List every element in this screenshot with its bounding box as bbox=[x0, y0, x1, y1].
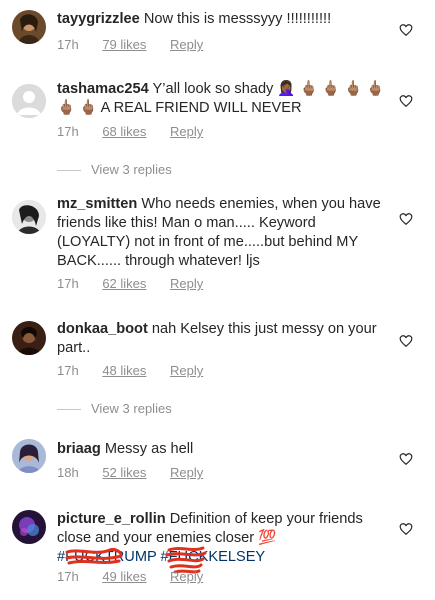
comment-text: Now this is messsyyy !!!!!!!!!!! bbox=[143, 11, 332, 27]
comment-meta: 17h 48 likes Reply bbox=[57, 363, 223, 378]
hashtag-link[interactable]: #FUCKKELSEY bbox=[161, 549, 266, 565]
comment-username[interactable]: picture_e_rollin bbox=[57, 511, 166, 527]
avatar[interactable] bbox=[12, 321, 46, 355]
avatar[interactable] bbox=[12, 510, 46, 544]
comment-likes[interactable]: 68 likes bbox=[102, 124, 146, 139]
comment-meta: 17h 79 likes Reply bbox=[57, 37, 223, 52]
comment-body: tashamac254 Y’all look so shady 🤦🏾‍♀️ 🖕🏽… bbox=[57, 80, 393, 118]
comment-body: mz_smitten Who needs enemies, when you h… bbox=[57, 195, 393, 271]
comment-time: 17h bbox=[57, 37, 79, 52]
comment-meta: 17h 62 likes Reply bbox=[57, 276, 223, 291]
heart-outline-icon[interactable] bbox=[399, 94, 413, 108]
comment-time: 18h bbox=[57, 465, 79, 480]
reply-button[interactable]: Reply bbox=[170, 37, 203, 52]
comment-likes[interactable]: 52 likes bbox=[102, 465, 146, 480]
comment-body: briaag Messy as hell bbox=[57, 440, 393, 459]
heart-outline-icon[interactable] bbox=[399, 452, 413, 466]
comment-username[interactable]: briaag bbox=[57, 441, 101, 457]
comment-likes[interactable]: 48 likes bbox=[102, 363, 146, 378]
reply-button[interactable]: Reply bbox=[170, 124, 203, 139]
avatar[interactable] bbox=[12, 84, 46, 118]
reply-button[interactable]: Reply bbox=[170, 569, 203, 584]
avatar[interactable] bbox=[12, 200, 46, 234]
avatar[interactable] bbox=[12, 10, 46, 44]
heart-outline-icon[interactable] bbox=[399, 522, 413, 536]
comment-time: 17h bbox=[57, 363, 79, 378]
comment-meta: 18h 52 likes Reply bbox=[57, 465, 223, 480]
comment-body: picture_e_rollin Definition of keep your… bbox=[57, 510, 393, 567]
view-replies-link[interactable]: View 3 replies bbox=[57, 401, 172, 416]
reply-button[interactable]: Reply bbox=[170, 363, 203, 378]
comment-time: 17h bbox=[57, 276, 79, 291]
view-replies-label[interactable]: View 3 replies bbox=[91, 162, 172, 177]
comment-meta: 17h 49 likes Reply bbox=[57, 569, 223, 584]
avatar[interactable] bbox=[12, 439, 46, 473]
comment-username[interactable]: donkaa_boot bbox=[57, 321, 148, 337]
comment-meta: 17h 68 likes Reply bbox=[57, 124, 223, 139]
heart-outline-icon[interactable] bbox=[399, 23, 413, 37]
divider-line bbox=[57, 409, 81, 411]
view-replies-link[interactable]: View 3 replies bbox=[57, 162, 172, 177]
heart-outline-icon[interactable] bbox=[399, 334, 413, 348]
comment-time: 17h bbox=[57, 569, 79, 584]
comment-text: Messy as hell bbox=[104, 441, 194, 457]
heart-outline-icon[interactable] bbox=[399, 212, 413, 226]
comment-likes[interactable]: 62 likes bbox=[102, 276, 146, 291]
comment-username[interactable]: tayygrizzlee bbox=[57, 11, 140, 27]
view-replies-label[interactable]: View 3 replies bbox=[91, 401, 172, 416]
comment-username[interactable]: tashamac254 bbox=[57, 81, 149, 97]
comment-likes[interactable]: 79 likes bbox=[102, 37, 146, 52]
comment-time: 17h bbox=[57, 124, 79, 139]
comment-body: donkaa_boot nah Kelsey this just messy o… bbox=[57, 320, 393, 358]
comment-username[interactable]: mz_smitten bbox=[57, 196, 137, 212]
hashtag-link[interactable]: #FUCKTRUMP bbox=[57, 549, 156, 565]
comment-body: tayygrizzlee Now this is messsyyy !!!!!!… bbox=[57, 10, 393, 29]
reply-button[interactable]: Reply bbox=[170, 465, 203, 480]
comment-likes[interactable]: 49 likes bbox=[102, 569, 146, 584]
reply-button[interactable]: Reply bbox=[170, 276, 203, 291]
divider-line bbox=[57, 170, 81, 172]
